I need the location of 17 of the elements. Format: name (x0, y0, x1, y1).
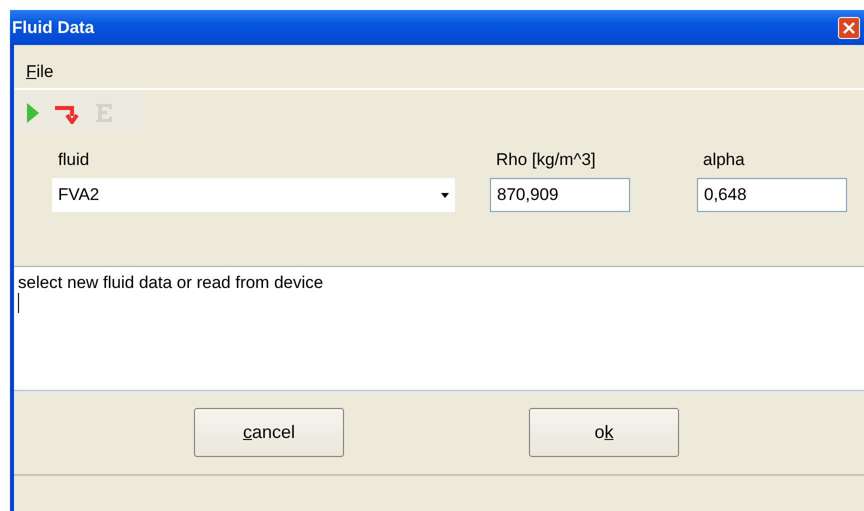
cancel-button[interactable]: cancel (194, 408, 344, 457)
message-text: select new fluid data or read from device (18, 273, 324, 293)
fluid-dropdown[interactable]: FVA2 (52, 178, 455, 212)
dropdown-arrow-icon (441, 192, 449, 198)
input-field[interactable]: 0,648 (697, 178, 847, 212)
field-label: alpha (703, 150, 746, 170)
play-icon[interactable] (26, 102, 40, 124)
ok-button[interactable]: ok (529, 408, 679, 457)
input-field[interactable]: 870,909 (490, 178, 630, 212)
field-label: fluid (58, 150, 90, 170)
message-area[interactable]: select new fluid data or read from device (14, 266, 864, 391)
field-label: Rho [kg/m^3] (496, 150, 597, 170)
window-title: Fluid Data (12, 18, 94, 38)
menu-item[interactable]: File (26, 62, 54, 82)
close-button[interactable] (838, 16, 860, 38)
close-icon (843, 22, 855, 34)
text-cursor (18, 293, 19, 313)
